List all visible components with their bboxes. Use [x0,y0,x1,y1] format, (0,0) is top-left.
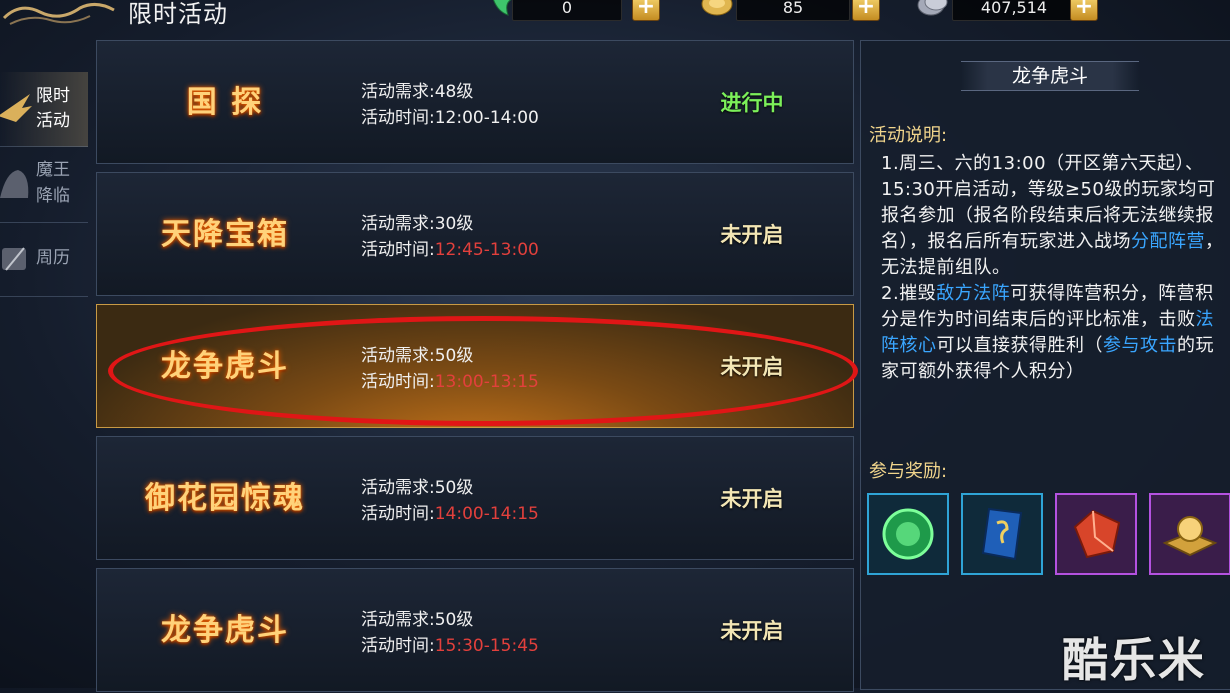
activity-requirement: 活动需求:50级 [361,473,473,498]
keyword-link[interactable]: 分配阵营 [1131,231,1205,252]
watermark-logo: 酷乐米 [1062,633,1206,687]
requirement-label: 活动需求: [361,214,435,234]
description-heading: 活动说明: [869,125,948,146]
time-value: 15:30-15:45 [434,636,539,656]
requirement-value: 30级 [434,214,474,234]
requirement-value: 50级 [434,610,474,630]
requirement-label: 活动需求: [361,610,435,630]
keyword-link[interactable]: 敌方法阵 [936,283,1010,304]
time-label: 活动时间: [361,504,435,524]
sidebar-item-label: 活动 [36,111,70,131]
gold-count: 85 [736,0,850,21]
add-jade-button[interactable]: + [632,0,660,21]
jade-count: 0 [512,0,622,21]
side-navigation: 限时 活动 魔王 降临 周历 [0,38,88,688]
page-title: 限时活动 [128,0,228,28]
red-crystal-icon [1073,509,1121,559]
requirement-label: 活动需求: [361,478,435,498]
reward-slot[interactable] [867,493,949,575]
silver-count: 407,514 [952,0,1076,21]
status-badge: 未开启 [720,619,784,643]
sidebar-item-label: 魔王 [36,160,70,180]
activity-row[interactable]: 国 探 活动需求:48级 活动时间:12:00-14:00 进行中 [96,40,854,164]
description-text: 1.周三、六的13:00（开区第六天起）、15:30开启活动，等级≥50级的玩家… [881,151,1225,385]
requirement-label: 活动需求: [361,82,435,102]
activity-time: 活动时间:14:00-14:15 [361,499,539,524]
time-label: 活动时间: [361,240,435,260]
green-orb-icon [882,508,934,560]
description-segment: 2.摧毁 [881,283,937,304]
description-segment: 可以直接获得胜利（ [936,335,1103,356]
detail-title: 龙争虎斗 [961,61,1139,91]
sidebar-item-label: 周历 [36,248,70,268]
reward-heading: 参与奖励: [869,461,948,482]
activity-name: 国 探 [186,85,264,120]
reward-slot[interactable] [961,493,1043,575]
golden-pearl-icon [1162,516,1218,557]
wing-icon [0,94,32,122]
status-badge: 未开启 [720,223,784,247]
sidebar-item-limited-events[interactable]: 限时 活动 [0,72,88,147]
activity-time: 活动时间:12:45-13:00 [361,235,539,260]
reward-slot[interactable] [1055,493,1137,575]
time-value: 14:00-14:15 [434,504,539,524]
cloud-ornament-icon [2,3,115,25]
activity-requirement: 活动需求:30级 [361,209,473,234]
reward-slot[interactable] [1149,493,1230,575]
activity-row[interactable]: 天降宝箱 活动需求:30级 活动时间:12:45-13:00 未开启 [96,172,854,296]
silver-coin-icon [917,0,948,16]
highlight-ellipse [108,316,858,426]
activity-requirement: 活动需求:50级 [361,605,473,630]
activity-name: 御花园惊魂 [145,481,305,516]
activity-row[interactable]: 龙争虎斗 活动需求:50级 活动时间:15:30-15:45 未开启 [96,568,854,692]
scroll-icon [2,247,26,271]
activity-time: 活动时间:15:30-15:45 [361,631,539,656]
gold-coin-icon [701,0,733,16]
activity-row[interactable]: 御花园惊魂 活动需求:50级 活动时间:14:00-14:15 未开启 [96,436,854,560]
sidebar-item-calendar[interactable]: 周历 [0,222,88,297]
detail-panel: 龙争虎斗 活动说明: 1.周三、六的13:00（开区第六天起）、15:30开启活… [860,40,1230,690]
sidebar-item-label: 限时 [36,86,70,106]
activity-requirement: 活动需求:48级 [361,77,473,102]
activity-name: 龙争虎斗 [161,613,289,648]
time-label: 活动时间: [361,636,435,656]
requirement-value: 50级 [434,478,474,498]
keyword-link[interactable]: 参与攻击 [1103,335,1177,356]
status-badge: 未开启 [720,487,784,511]
activity-name: 天降宝箱 [161,217,289,252]
sidebar-item-label: 降临 [36,186,70,206]
time-label: 活动时间: [361,108,435,128]
add-silver-button[interactable]: + [1070,0,1098,21]
status-badge: 进行中 [720,91,784,115]
sidebar-item-demon-king[interactable]: 魔王 降临 [0,148,88,223]
time-value: 12:00-14:00 [434,108,539,128]
add-gold-button[interactable]: + [852,0,880,21]
top-bar: 限时活动 0 85 407,514 [0,0,1230,28]
time-value: 12:45-13:00 [434,240,539,260]
blue-rune-stone-icon [981,507,1023,561]
activity-time: 活动时间:12:00-14:00 [361,103,539,128]
demon-icon [0,170,29,198]
requirement-value: 48级 [434,82,474,102]
